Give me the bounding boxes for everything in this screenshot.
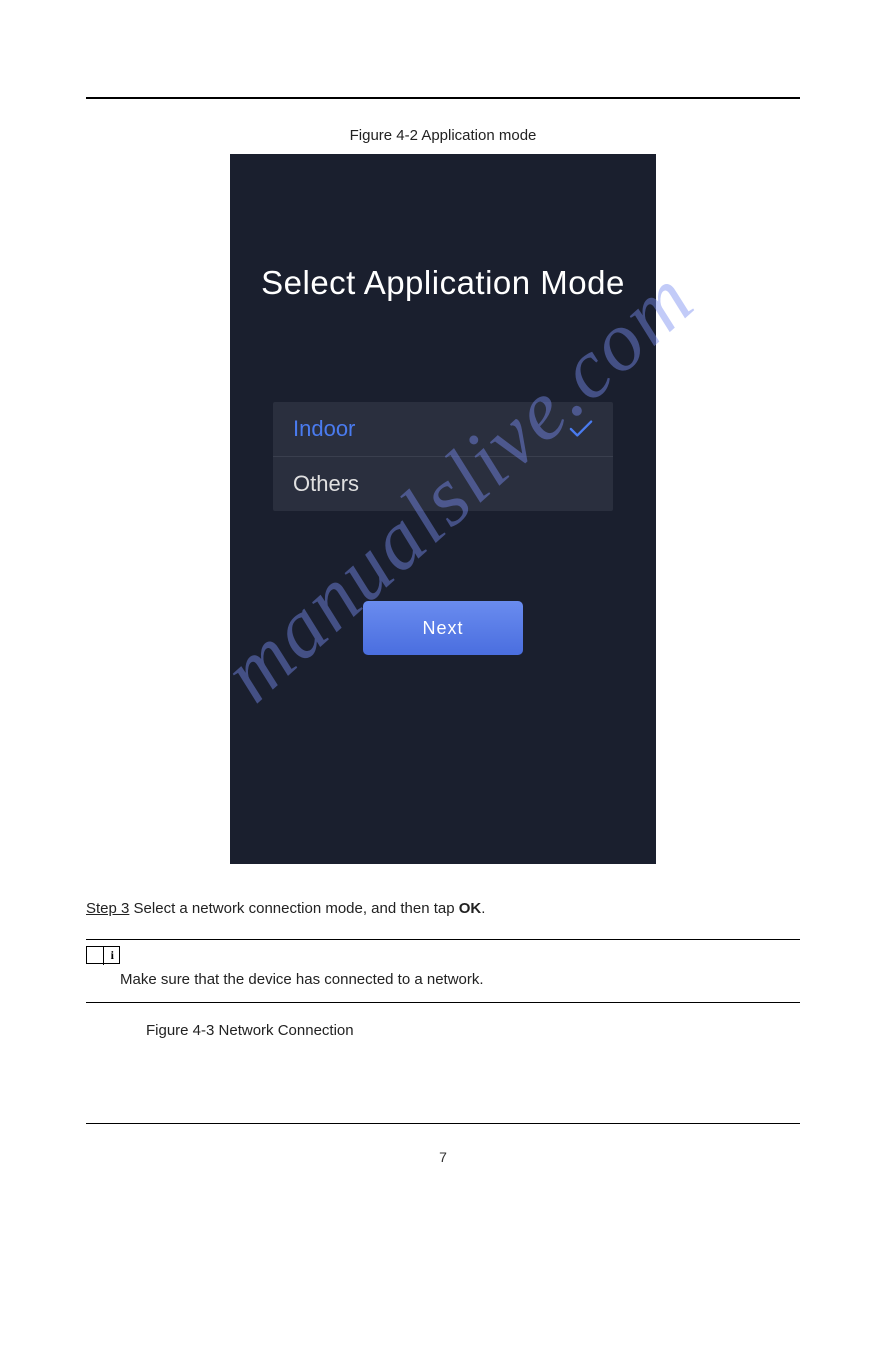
note-block: i Make sure that the device has connecte…	[86, 939, 800, 1003]
option-others[interactable]: Others	[273, 457, 613, 511]
next-button[interactable]: Next	[363, 601, 523, 655]
option-label: Indoor	[293, 416, 355, 442]
option-indoor[interactable]: Indoor	[273, 402, 613, 457]
option-label: Others	[293, 471, 359, 497]
step-suffix: .	[481, 900, 485, 917]
step-instruction: Step 3 Select a network connection mode,…	[86, 898, 800, 921]
figure-caption: Figure 4-2 Application mode	[86, 127, 800, 144]
page-container: Figure 4-2 Application mode Select Appli…	[0, 97, 886, 1361]
step-body: Select a network connection mode, and th…	[134, 900, 459, 917]
top-rule	[86, 97, 800, 99]
note-text: Make sure that the device has connected …	[120, 968, 800, 992]
step-action: OK	[459, 900, 482, 917]
check-icon	[569, 417, 593, 441]
application-mode-list: Indoor Others	[273, 402, 613, 511]
figure-reference: Figure 4-3 Network Connection	[146, 1019, 800, 1043]
note-icon: i	[86, 946, 120, 964]
page-number: 7	[86, 1149, 800, 1165]
bottom-rule	[86, 1123, 800, 1124]
screen-title: Select Application Mode	[261, 264, 625, 302]
step-prefix: Step 3	[86, 900, 129, 917]
device-screenshot: Select Application Mode Indoor Others Ne…	[230, 154, 656, 864]
